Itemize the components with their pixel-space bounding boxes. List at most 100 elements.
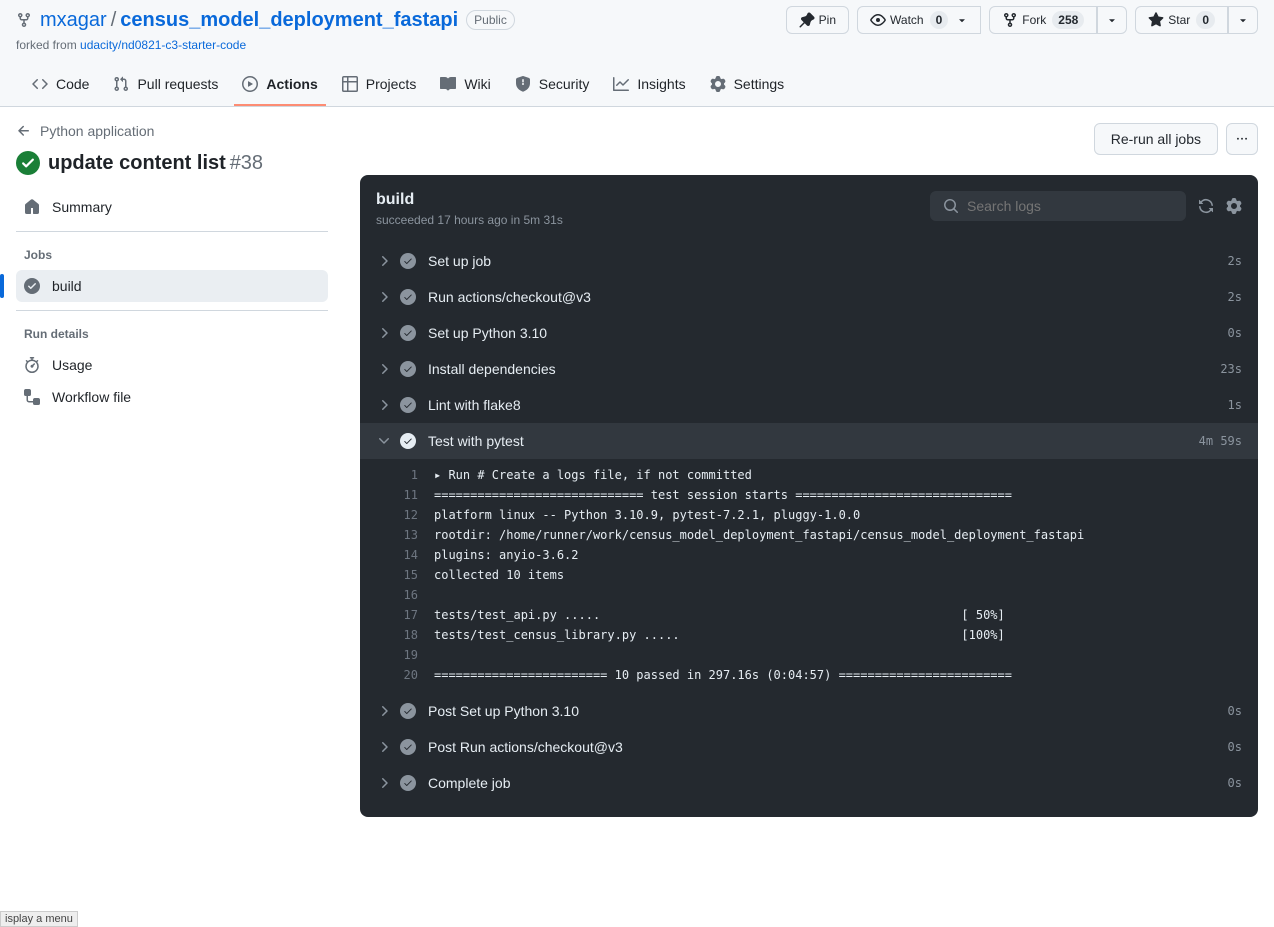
- check-icon: [400, 289, 416, 305]
- search-logs-input[interactable]: [967, 198, 1173, 214]
- book-icon: [440, 76, 456, 92]
- check-icon: [400, 703, 416, 719]
- step-row[interactable]: Post Set up Python 3.100s: [360, 693, 1258, 729]
- chevron-right-icon: [376, 703, 392, 719]
- fork-dropdown[interactable]: [1097, 6, 1127, 34]
- chevron-right-icon: [376, 361, 392, 377]
- sidebar-summary[interactable]: Summary: [16, 191, 328, 223]
- sidebar-jobs-heading: Jobs: [16, 231, 328, 270]
- log-settings-button[interactable]: [1226, 198, 1242, 214]
- chevron-right-icon: [376, 325, 392, 341]
- star-button[interactable]: Star0: [1135, 6, 1228, 34]
- search-icon: [943, 198, 959, 214]
- step-row[interactable]: Run actions/checkout@v32s: [360, 279, 1258, 315]
- fork-icon: [1002, 12, 1018, 28]
- tab-actions[interactable]: Actions: [234, 68, 325, 106]
- chevron-right-icon: [376, 739, 392, 755]
- log-line: 18tests/test_census_library.py ..... [10…: [376, 625, 1242, 645]
- home-icon: [24, 199, 40, 215]
- step-duration: 0s: [1228, 776, 1242, 790]
- log-line: 12platform linux -- Python 3.10.9, pytes…: [376, 505, 1242, 525]
- chevron-down-icon: [956, 14, 968, 26]
- log-line: 14plugins: anyio-3.6.2: [376, 545, 1242, 565]
- sidebar-workflow-file[interactable]: Workflow file: [16, 381, 328, 413]
- tab-settings[interactable]: Settings: [702, 68, 793, 106]
- chevron-down-icon: [376, 433, 392, 449]
- forked-from-link[interactable]: udacity/nd0821-c3-starter-code: [80, 38, 246, 52]
- chevron-right-icon: [376, 253, 392, 269]
- step-row[interactable]: Complete job 0s: [360, 765, 1258, 801]
- chevron-down-icon: [1237, 14, 1249, 26]
- check-icon: [400, 325, 416, 341]
- log-line: 16: [376, 585, 1242, 605]
- sync-icon: [1198, 198, 1214, 214]
- step-duration: 0s: [1228, 740, 1242, 754]
- sidebar-job-build[interactable]: build: [16, 270, 328, 302]
- refresh-logs-button[interactable]: [1198, 198, 1214, 214]
- tab-wiki[interactable]: Wiki: [432, 68, 498, 106]
- step-row[interactable]: Install dependencies23s: [360, 351, 1258, 387]
- breadcrumb[interactable]: Python application: [16, 123, 328, 151]
- star-dropdown[interactable]: [1228, 6, 1258, 34]
- workflow-icon: [24, 389, 40, 405]
- check-icon: [400, 775, 416, 791]
- check-icon: [400, 433, 416, 449]
- log-line: 15collected 10 items: [376, 565, 1242, 585]
- gear-icon: [710, 76, 726, 92]
- repo-owner-link[interactable]: mxagar: [40, 9, 107, 32]
- job-subline: succeeded 17 hours ago in 5m 31s: [376, 213, 563, 227]
- step-duration: 1s: [1228, 398, 1242, 412]
- step-row[interactable]: Lint with flake81s: [360, 387, 1258, 423]
- job-title: build: [376, 191, 563, 209]
- step-row[interactable]: Test with pytest4m 59s: [360, 423, 1258, 459]
- more-options-button[interactable]: [1226, 123, 1258, 155]
- search-logs[interactable]: [930, 191, 1186, 221]
- tab-code[interactable]: Code: [24, 68, 97, 106]
- check-icon: [400, 739, 416, 755]
- step-row[interactable]: Set up Python 3.100s: [360, 315, 1258, 351]
- tab-projects[interactable]: Projects: [334, 68, 425, 106]
- log-line: 13rootdir: /home/runner/work/census_mode…: [376, 525, 1242, 545]
- chevron-right-icon: [376, 397, 392, 413]
- arrow-left-icon: [16, 123, 32, 139]
- gear-icon: [1226, 198, 1242, 214]
- pin-button[interactable]: Pin: [786, 6, 849, 34]
- check-circle-icon: [24, 278, 40, 294]
- step-duration: 2s: [1228, 254, 1242, 268]
- watch-button[interactable]: Watch0: [857, 6, 981, 34]
- sidebar-usage[interactable]: Usage: [16, 349, 328, 381]
- log-output: 1▸ Run # Create a logs file, if not comm…: [360, 459, 1258, 693]
- pull-request-icon: [113, 76, 129, 92]
- log-line: 1▸ Run # Create a logs file, if not comm…: [376, 465, 1242, 485]
- check-icon: [400, 253, 416, 269]
- forked-from: forked from udacity/nd0821-c3-starter-co…: [16, 34, 1258, 68]
- run-title: update content list: [48, 152, 226, 174]
- repo-name-link[interactable]: census_model_deployment_fastapi: [120, 9, 458, 31]
- chevron-right-icon: [376, 775, 392, 791]
- step-duration: 2s: [1228, 290, 1242, 304]
- visibility-badge: Public: [466, 10, 515, 30]
- step-row[interactable]: Set up job2s: [360, 243, 1258, 279]
- check-icon: [400, 397, 416, 413]
- log-line: 17tests/test_api.py ..... [ 50%]: [376, 605, 1242, 625]
- step-name: Post Set up Python 3.10: [428, 703, 579, 719]
- browser-status-hint: isplay a menu: [0, 911, 78, 927]
- tab-pull-requests[interactable]: Pull requests: [105, 68, 226, 106]
- rerun-all-jobs-button[interactable]: Re-run all jobs: [1094, 123, 1218, 155]
- check-circle-icon: [16, 151, 40, 175]
- chevron-down-icon: [1106, 14, 1118, 26]
- fork-icon: [16, 12, 32, 28]
- chevron-right-icon: [376, 289, 392, 305]
- step-name: Post Run actions/checkout@v3: [428, 739, 623, 755]
- tab-insights[interactable]: Insights: [605, 68, 693, 106]
- star-icon: [1148, 12, 1164, 28]
- tab-security[interactable]: Security: [507, 68, 598, 106]
- play-icon: [242, 76, 258, 92]
- code-icon: [32, 76, 48, 92]
- step-name: Set up Python 3.10: [428, 325, 547, 341]
- fork-button[interactable]: Fork258: [989, 6, 1097, 34]
- log-line: 11============================= test ses…: [376, 485, 1242, 505]
- log-line: 19: [376, 645, 1242, 665]
- step-row[interactable]: Post Run actions/checkout@v3 0s: [360, 729, 1258, 765]
- step-name: Complete job: [428, 775, 511, 791]
